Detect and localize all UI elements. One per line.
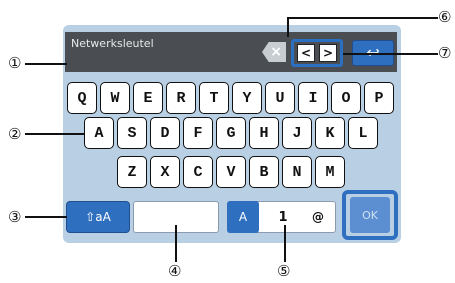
text-input-field[interactable]: Netwerksleutel	[65, 32, 287, 72]
leader-line-4	[175, 225, 177, 262]
key-a[interactable]: A	[84, 117, 114, 149]
callout-6: ⑥	[438, 8, 452, 26]
key-p[interactable]: P	[364, 82, 394, 114]
callout-1: ①	[8, 54, 22, 72]
key-l[interactable]: L	[348, 117, 378, 149]
key-c[interactable]: C	[183, 156, 213, 188]
ok-button[interactable]: OK	[350, 197, 390, 233]
leader-line-6	[288, 17, 438, 19]
key-e[interactable]: E	[133, 82, 163, 114]
key-v[interactable]: V	[216, 156, 246, 188]
key-r[interactable]: R	[166, 82, 196, 114]
key-t[interactable]: T	[199, 82, 229, 114]
key-g[interactable]: G	[216, 117, 246, 149]
callout-2: ②	[8, 125, 22, 143]
key-x[interactable]: X	[150, 156, 180, 188]
key-q[interactable]: Q	[67, 82, 97, 114]
callout-4: ④	[168, 262, 182, 280]
shift-case-button[interactable]: ⇧aA	[66, 201, 130, 233]
close-icon: ×	[270, 44, 282, 60]
key-d[interactable]: D	[150, 117, 180, 149]
cursor-keys: < >	[291, 39, 343, 67]
key-i[interactable]: I	[298, 82, 328, 114]
key-u[interactable]: U	[265, 82, 295, 114]
key-s[interactable]: S	[117, 117, 147, 149]
key-m[interactable]: M	[315, 156, 345, 188]
leader-line-6-drop	[287, 17, 289, 37]
key-h[interactable]: H	[249, 117, 279, 149]
cursor-left-button[interactable]: <	[297, 44, 315, 62]
callout-3: ③	[8, 208, 22, 226]
key-z[interactable]: Z	[117, 156, 147, 188]
leader-line-7	[343, 53, 438, 55]
mode-numeric-button[interactable]: 1	[271, 201, 295, 233]
mode-alpha-button[interactable]: A	[227, 201, 259, 233]
leader-line-3	[25, 216, 67, 218]
key-f[interactable]: F	[183, 117, 213, 149]
cursor-right-button[interactable]: >	[319, 44, 337, 62]
key-w[interactable]: W	[100, 82, 130, 114]
leader-line-5	[284, 225, 286, 262]
callout-5: ⑤	[277, 262, 291, 280]
key-b[interactable]: B	[249, 156, 279, 188]
key-k[interactable]: K	[315, 117, 345, 149]
mode-symbol-button[interactable]: @	[306, 201, 330, 233]
leader-line-2	[25, 133, 85, 135]
key-j[interactable]: J	[282, 117, 312, 149]
key-o[interactable]: O	[331, 82, 361, 114]
key-y[interactable]: Y	[232, 82, 262, 114]
callout-7: ⑦	[438, 44, 452, 62]
leader-line-1	[25, 63, 67, 65]
key-n[interactable]: N	[282, 156, 312, 188]
